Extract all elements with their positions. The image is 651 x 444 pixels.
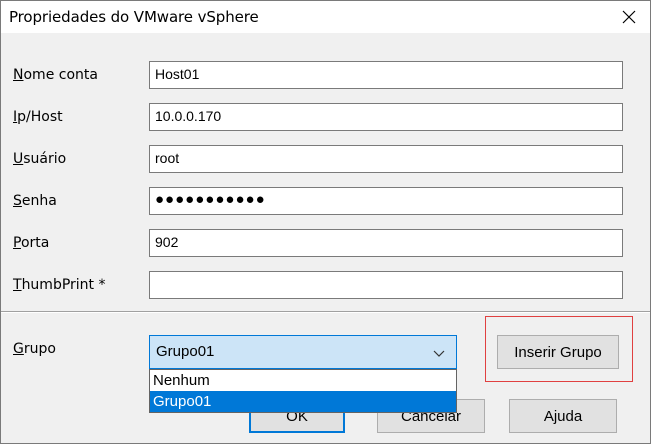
grupo-dropdown-list: Nenhum Grupo01 — [149, 369, 457, 413]
thumbprint-label: ThumbPrint * — [13, 277, 106, 293]
option-nenhum[interactable]: Nenhum — [150, 370, 456, 391]
ip-host-input[interactable]: 10.0.0.170 — [149, 103, 623, 131]
vsphere-properties-dialog: Propriedades do VMware vSphere Nome cont… — [0, 0, 651, 444]
senha-input[interactable]: ●●●●●●●●●●● — [149, 187, 623, 215]
nome-conta-label: Nome conta — [13, 67, 98, 83]
option-grupo01[interactable]: Grupo01 — [150, 391, 456, 412]
separator — [1, 311, 650, 313]
close-button[interactable] — [612, 1, 646, 33]
ip-host-label: Ip/Host — [13, 109, 63, 125]
senha-label: Senha — [13, 193, 57, 209]
grupo-label: Grupo — [13, 341, 56, 357]
nome-conta-input[interactable]: Host01 — [149, 61, 623, 89]
inserir-grupo-button[interactable]: Inserir Grupo — [497, 335, 619, 369]
usuario-input[interactable]: root — [149, 145, 623, 173]
ajuda-button[interactable]: Ajuda — [509, 399, 617, 433]
chevron-down-icon — [433, 350, 445, 357]
grupo-selected-value: Grupo01 — [156, 343, 215, 360]
porta-label: Porta — [13, 235, 50, 251]
usuario-label: Usuário — [13, 151, 67, 167]
window-title: Propriedades do VMware vSphere — [9, 8, 259, 26]
porta-input[interactable]: 902 — [149, 229, 623, 257]
close-icon — [622, 10, 636, 24]
grupo-select[interactable]: Grupo01 — [149, 335, 457, 369]
title-bar: Propriedades do VMware vSphere — [1, 1, 650, 33]
thumbprint-input[interactable] — [149, 271, 623, 299]
